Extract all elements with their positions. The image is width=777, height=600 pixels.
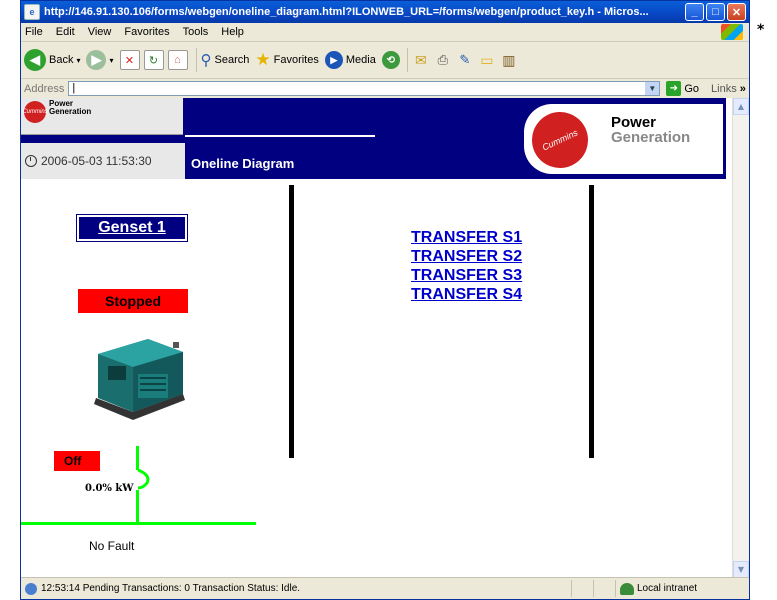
go-arrow-icon: ➜ xyxy=(666,81,682,96)
bus-line xyxy=(21,522,256,525)
media-icon: ▶ xyxy=(324,51,343,69)
scroll-down-icon[interactable]: ▼ xyxy=(733,561,749,578)
breaker-upper-line xyxy=(136,446,139,470)
genset-button[interactable]: Genset 1 xyxy=(76,214,188,242)
toolbar-separator xyxy=(406,48,408,72)
search-button[interactable]: ⚲ Search xyxy=(201,51,250,69)
address-input[interactable]: | ▼ xyxy=(68,81,661,96)
zone-indicator: Local intranet xyxy=(615,580,735,597)
page-status-icon xyxy=(25,582,37,595)
media-button[interactable]: ▶ Media xyxy=(324,51,376,69)
page-title: Oneline Diagram xyxy=(191,156,295,171)
go-label: Go xyxy=(684,82,700,95)
favorites-label: Favorites xyxy=(273,54,319,66)
mail-icon[interactable]: ✉ xyxy=(412,51,430,69)
brand-logo: Cummins Power Generation xyxy=(522,102,723,178)
refresh-icon[interactable]: ↻ xyxy=(143,50,164,70)
window-title: http://146.91.130.106/forms/webgen/oneli… xyxy=(44,6,649,18)
asterisk-marker: * xyxy=(757,22,765,38)
back-arrow-icon: ◀ xyxy=(24,49,46,71)
address-label: Address xyxy=(24,82,65,95)
menu-view[interactable]: View xyxy=(88,26,112,38)
maximize-button[interactable]: □ xyxy=(706,3,725,21)
favorites-button[interactable]: ★ Favorites xyxy=(255,50,319,70)
forward-dropdown-icon[interactable]: ▾ xyxy=(109,56,113,65)
page-content: Cummins Power Generation 2006-05-03 11:5… xyxy=(21,98,734,580)
zone-label: Local intranet xyxy=(637,583,698,594)
datetime-box: 2006-05-03 11:53:30 xyxy=(21,143,185,179)
ie-icon: e xyxy=(24,4,40,20)
intranet-icon xyxy=(620,582,634,595)
status-cell xyxy=(571,580,593,597)
minimize-button[interactable]: _ xyxy=(685,3,704,21)
history-icon[interactable]: ⟲ xyxy=(381,51,400,69)
links-button[interactable]: Links xyxy=(711,83,737,95)
go-button[interactable]: ➜ Go xyxy=(666,81,699,96)
print-icon[interactable]: ⎙ xyxy=(434,51,452,69)
address-dropdown-icon[interactable]: ▼ xyxy=(645,82,660,95)
close-button[interactable]: ✕ xyxy=(727,3,746,21)
brand-line2: Generation xyxy=(611,129,691,146)
left-divider-bar xyxy=(289,185,294,458)
browser-window: e http://146.91.130.106/forms/webgen/one… xyxy=(20,0,750,600)
vertical-scrollbar[interactable]: ▲ ▼ xyxy=(732,98,749,580)
clock-icon xyxy=(25,155,37,167)
address-bar: Address | ▼ ➜ Go Links » xyxy=(21,79,749,99)
search-label: Search xyxy=(214,54,250,66)
forward-button[interactable]: ▶ ▾ xyxy=(86,50,114,70)
windows-logo-icon xyxy=(721,24,743,40)
cummins-small-logo-icon: Cummins xyxy=(22,101,48,123)
transfer-s2-link[interactable]: TRANSFER S2 xyxy=(411,247,522,266)
home-icon[interactable]: ⌂ xyxy=(167,50,188,70)
menu-file[interactable]: File xyxy=(25,26,43,38)
cummins-logo-icon: Cummins xyxy=(522,102,598,178)
research-icon[interactable]: ▥ xyxy=(500,51,518,69)
breaker-switch xyxy=(137,468,150,490)
back-label: Back xyxy=(49,54,74,66)
title-bar[interactable]: e http://146.91.130.106/forms/webgen/one… xyxy=(21,1,749,23)
status-cell xyxy=(593,580,615,597)
media-label: Media xyxy=(345,54,376,66)
edit-icon[interactable]: ✎ xyxy=(456,51,474,69)
back-button[interactable]: ◀ Back ▾ xyxy=(24,49,80,71)
status-bar: 12:53:14 Pending Transactions: 0 Transac… xyxy=(21,577,749,599)
small-logo-text: Power Generation xyxy=(49,100,91,116)
toolbar-separator xyxy=(195,48,197,72)
breaker-lower-line xyxy=(136,490,139,522)
small-logo-line2: Generation xyxy=(49,107,92,116)
search-icon: ⚲ xyxy=(200,52,212,69)
links-chevron-icon[interactable]: » xyxy=(740,83,746,95)
address-value: | xyxy=(72,82,76,94)
right-divider-bar xyxy=(589,185,594,458)
scroll-track[interactable] xyxy=(733,115,749,561)
breaker-off-badge: Off xyxy=(54,451,100,471)
power-readout: 0.0% kW xyxy=(85,483,134,494)
forward-arrow-icon: ▶ xyxy=(86,50,107,70)
menu-help[interactable]: Help xyxy=(221,26,244,38)
status-text: 12:53:14 Pending Transactions: 0 Transac… xyxy=(41,583,301,594)
menu-edit[interactable]: Edit xyxy=(56,26,75,38)
stop-icon[interactable]: ✕ xyxy=(119,50,140,70)
transfer-s1-link[interactable]: TRANSFER S1 xyxy=(411,228,522,247)
menu-tools[interactable]: Tools xyxy=(183,26,209,38)
favorites-star-icon: ★ xyxy=(255,50,271,69)
scroll-up-icon[interactable]: ▲ xyxy=(733,98,749,115)
fault-status: No Fault xyxy=(89,539,135,553)
datetime: 2006-05-03 11:53:30 xyxy=(41,154,152,168)
page-header: Cummins Power Generation 2006-05-03 11:5… xyxy=(21,98,726,179)
generator-image xyxy=(94,339,185,420)
status-badge: Stopped xyxy=(78,289,188,313)
transfer-links: TRANSFER S1 TRANSFER S2 TRANSFER S3 TRAN… xyxy=(411,228,522,304)
menu-favorites[interactable]: Favorites xyxy=(124,26,169,38)
back-dropdown-icon[interactable]: ▾ xyxy=(76,56,80,65)
transfer-s3-link[interactable]: TRANSFER S3 xyxy=(411,266,522,285)
transfer-s4-link[interactable]: TRANSFER S4 xyxy=(411,285,522,304)
folder-icon[interactable]: ▭ xyxy=(478,51,496,69)
toolbar: ◀ Back ▾ ▶ ▾ ✕ ↻ ⌂ ⚲ Search ★ Favorites … xyxy=(21,42,749,79)
menu-bar: File Edit View Favorites Tools Help xyxy=(21,23,749,42)
header-divider xyxy=(185,135,375,137)
small-logo: Cummins Power Generation xyxy=(21,98,183,135)
